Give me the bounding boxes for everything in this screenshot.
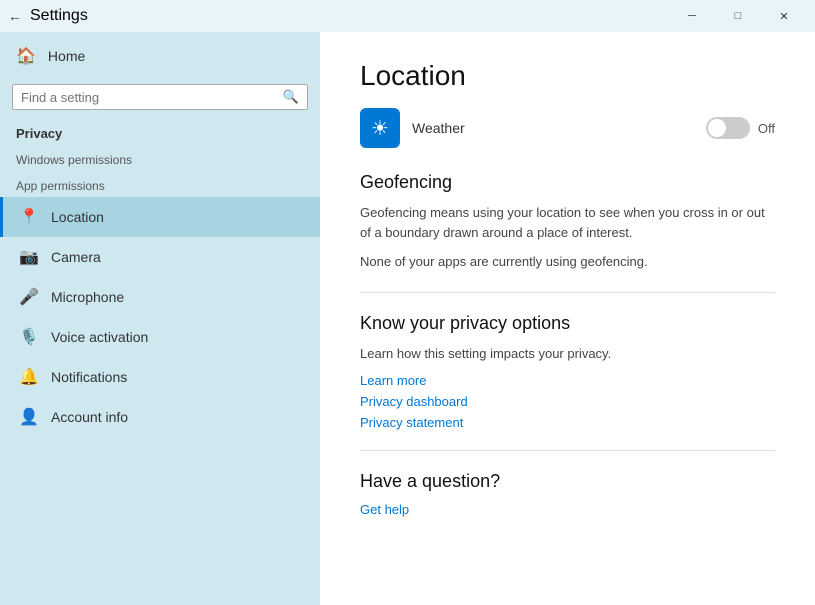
search-box: 🔍	[12, 84, 308, 110]
app-body: 🏠 Home 🔍 Privacy Windows permissions App…	[0, 32, 815, 605]
maximize-button[interactable]: □	[715, 0, 761, 32]
sidebar: 🏠 Home 🔍 Privacy Windows permissions App…	[0, 32, 320, 605]
camera-icon: 📷	[19, 247, 39, 267]
title-bar-left: ← Settings	[8, 7, 88, 25]
app-name: Weather	[412, 120, 465, 136]
content-area: Location ☀ Weather Off Geofencing Geofen…	[320, 32, 815, 605]
voice-icon: 🎙️	[19, 327, 39, 347]
divider-2	[360, 450, 775, 451]
home-icon: 🏠	[16, 46, 36, 66]
location-weather-toggle[interactable]	[706, 117, 750, 139]
sidebar-item-account-label: Account info	[51, 409, 128, 425]
location-icon: 📍	[19, 207, 39, 227]
app-info: ☀ Weather	[360, 108, 465, 148]
sidebar-item-camera-label: Camera	[51, 249, 101, 265]
geofencing-section: Geofencing Geofencing means using your l…	[360, 172, 775, 272]
sidebar-item-account[interactable]: 👤 Account info	[0, 397, 320, 437]
sidebar-item-notifications[interactable]: 🔔 Notifications	[0, 357, 320, 397]
sidebar-item-microphone-label: Microphone	[51, 289, 124, 305]
notifications-icon: 🔔	[19, 367, 39, 387]
minimize-button[interactable]: ─	[669, 0, 715, 32]
privacy-statement-link[interactable]: Privacy statement	[360, 415, 775, 430]
search-input[interactable]	[21, 90, 283, 105]
sidebar-home-item[interactable]: 🏠 Home	[0, 32, 320, 80]
sidebar-item-camera[interactable]: 📷 Camera	[0, 237, 320, 277]
divider-1	[360, 292, 775, 293]
windows-permissions-label: Windows permissions	[0, 145, 320, 171]
geofencing-status: None of your apps are currently using ge…	[360, 252, 775, 272]
app-row: ☀ Weather Off	[360, 108, 775, 148]
privacy-title: Know your privacy options	[360, 313, 775, 334]
microphone-icon: 🎤	[19, 287, 39, 307]
title-bar: ← Settings ─ □ ✕	[0, 0, 815, 32]
toggle-label: Off	[758, 121, 775, 136]
question-title: Have a question?	[360, 471, 775, 492]
search-icon: 🔍	[283, 89, 299, 105]
toggle-thumb	[708, 119, 726, 137]
sidebar-item-location[interactable]: 📍 Location	[0, 197, 320, 237]
sidebar-item-voice[interactable]: 🎙️ Voice activation	[0, 317, 320, 357]
close-button[interactable]: ✕	[761, 0, 807, 32]
sidebar-item-microphone[interactable]: 🎤 Microphone	[0, 277, 320, 317]
privacy-section: Know your privacy options Learn how this…	[360, 313, 775, 431]
learn-more-link[interactable]: Learn more	[360, 373, 775, 388]
privacy-dashboard-link[interactable]: Privacy dashboard	[360, 394, 775, 409]
sidebar-home-label: Home	[48, 48, 85, 64]
question-section: Have a question? Get help	[360, 471, 775, 517]
toggle-container: Off	[706, 117, 775, 139]
app-icon: ☀	[360, 108, 400, 148]
account-icon: 👤	[19, 407, 39, 427]
title-bar-title: Settings	[30, 7, 88, 25]
sidebar-item-location-label: Location	[51, 209, 104, 225]
geofencing-description: Geofencing means using your location to …	[360, 203, 775, 242]
sidebar-item-notifications-label: Notifications	[51, 369, 127, 385]
title-bar-controls: ─ □ ✕	[669, 0, 807, 32]
page-title: Location	[360, 60, 775, 92]
privacy-text: Learn how this setting impacts your priv…	[360, 344, 775, 364]
privacy-label: Privacy	[0, 118, 320, 145]
geofencing-title: Geofencing	[360, 172, 775, 193]
sidebar-item-voice-label: Voice activation	[51, 329, 148, 345]
back-button[interactable]: ←	[8, 8, 22, 24]
get-help-link[interactable]: Get help	[360, 502, 775, 517]
app-permissions-label: App permissions	[0, 171, 320, 197]
